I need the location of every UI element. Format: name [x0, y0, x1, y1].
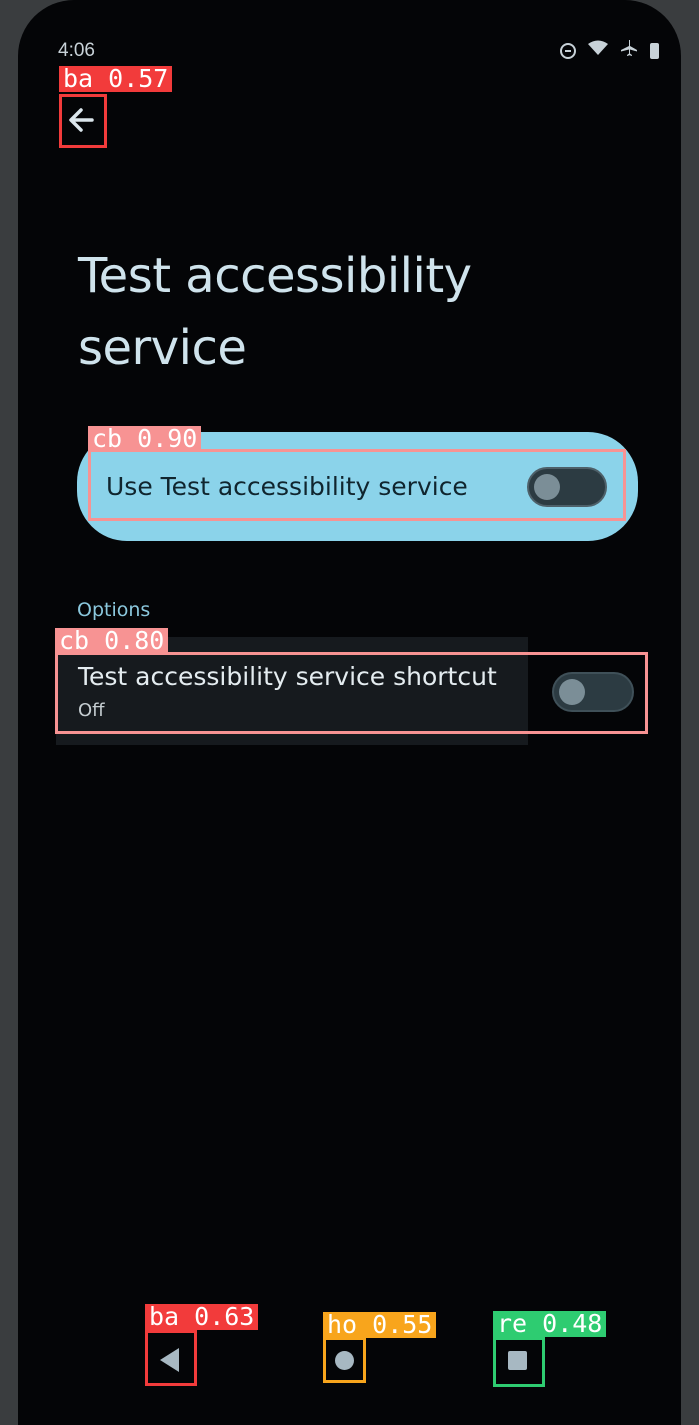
- page-title-line1: Test accessibility: [78, 248, 472, 304]
- detection-box-main-toggle: [88, 449, 626, 521]
- options-header: Options: [77, 599, 151, 621]
- phone-frame: 4:06 Test accessibility service Use Test…: [0, 0, 699, 1425]
- detection-box-nav-recents: [493, 1337, 545, 1387]
- detection-box-nav-back: [145, 1330, 197, 1386]
- do-not-disturb-icon: [560, 42, 576, 59]
- detection-box-nav-home: [323, 1337, 366, 1383]
- detection-label-nav-recents: re 0.48: [493, 1311, 607, 1337]
- detection-label-shortcut: cb 0.80: [55, 628, 169, 654]
- page-title-line2: service: [78, 320, 247, 376]
- battery-icon: [650, 42, 659, 59]
- detection-label-main-toggle: cb 0.90: [88, 426, 202, 452]
- airplane-icon: [620, 39, 638, 62]
- page-title: Test accessibility service: [78, 240, 598, 384]
- detection-label-back: ba 0.57: [59, 66, 173, 92]
- status-icons: [560, 39, 659, 62]
- detection-label-nav-back: ba 0.63: [145, 1304, 259, 1330]
- detection-label-nav-home: ho 0.55: [323, 1312, 437, 1338]
- detection-box-shortcut: [55, 652, 648, 734]
- detection-box-back: [59, 94, 107, 148]
- wifi-icon: [588, 40, 608, 61]
- status-time: 4:06: [58, 40, 95, 61]
